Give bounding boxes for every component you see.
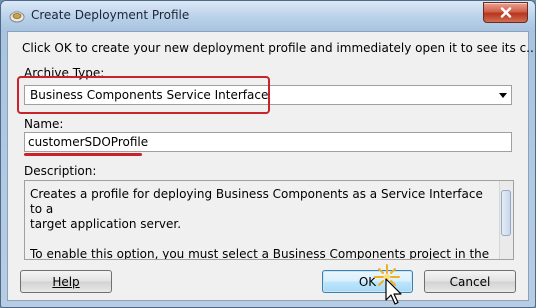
description-label: Description: <box>24 164 97 178</box>
dropdown-arrow-icon[interactable] <box>499 93 507 98</box>
description-scrollbar[interactable] <box>499 181 513 259</box>
close-icon <box>500 7 511 18</box>
dialog-body: Click OK to create your new deployment p… <box>7 31 535 301</box>
cancel-button[interactable]: Cancel <box>424 270 516 293</box>
app-icon <box>9 10 25 23</box>
name-label: Name: <box>24 117 64 131</box>
name-field[interactable] <box>24 132 512 152</box>
annotation-highlight-box <box>17 76 270 114</box>
help-button[interactable]: Help <box>20 270 112 293</box>
close-button[interactable] <box>483 2 528 23</box>
scrollbar-thumb[interactable] <box>501 190 511 236</box>
help-button-label: Help <box>52 274 80 289</box>
intro-text: Click OK to create your new deployment p… <box>22 41 536 55</box>
create-deployment-profile-dialog: Create Deployment Profile Click OK to cr… <box>0 0 536 308</box>
description-box[interactable]: Creates a profile for deploying Business… <box>24 180 514 260</box>
title-bar[interactable]: Create Deployment Profile <box>1 1 535 31</box>
cancel-button-label: Cancel <box>449 274 491 289</box>
annotation-underline <box>24 153 142 156</box>
window-title: Create Deployment Profile <box>31 8 190 22</box>
description-text: Creates a profile for deploying Business… <box>30 187 490 260</box>
mouse-cursor-icon <box>385 278 402 305</box>
